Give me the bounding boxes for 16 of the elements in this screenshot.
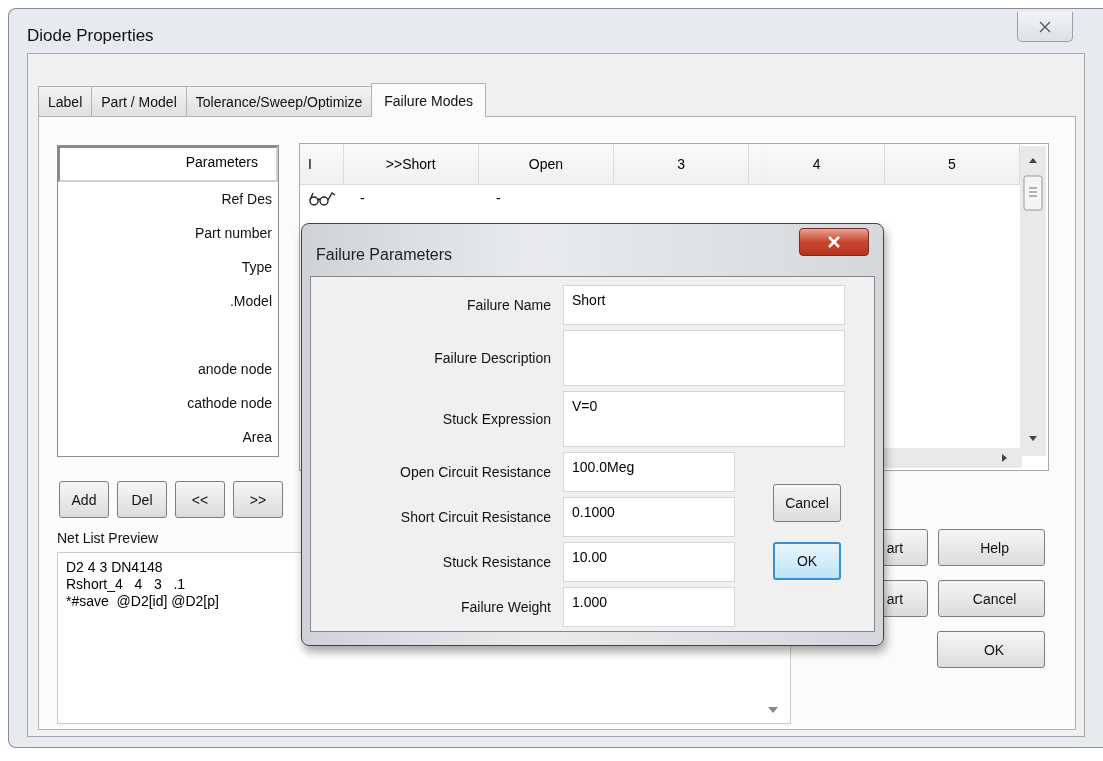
netlist-line: *#save @D2[id] @D2[p] xyxy=(66,593,219,610)
window-title: Diode Properties xyxy=(27,26,154,46)
section-label: Net List Preview xyxy=(57,530,160,546)
netlist-line: D2 4 3 DN4148 xyxy=(66,559,164,576)
field-label: Short Circuit Resistance xyxy=(399,509,551,525)
list-header: Parameters xyxy=(58,146,278,182)
field-label: Stuck Expression xyxy=(441,411,551,427)
field-label: Open Circuit Resistance xyxy=(399,464,551,480)
field-label: Failure Name xyxy=(465,297,551,313)
table-cell-text: - xyxy=(495,189,502,208)
field-label: Stuck Resistance xyxy=(441,554,551,570)
field-label: Failure Description xyxy=(433,350,551,366)
netlist-line: Rshort_4 4 3 .1 xyxy=(66,576,187,593)
field-label: Failure Weight xyxy=(460,599,551,615)
table-cell-text: - xyxy=(359,189,366,208)
dialog-title: Failure Parameters xyxy=(316,246,453,264)
